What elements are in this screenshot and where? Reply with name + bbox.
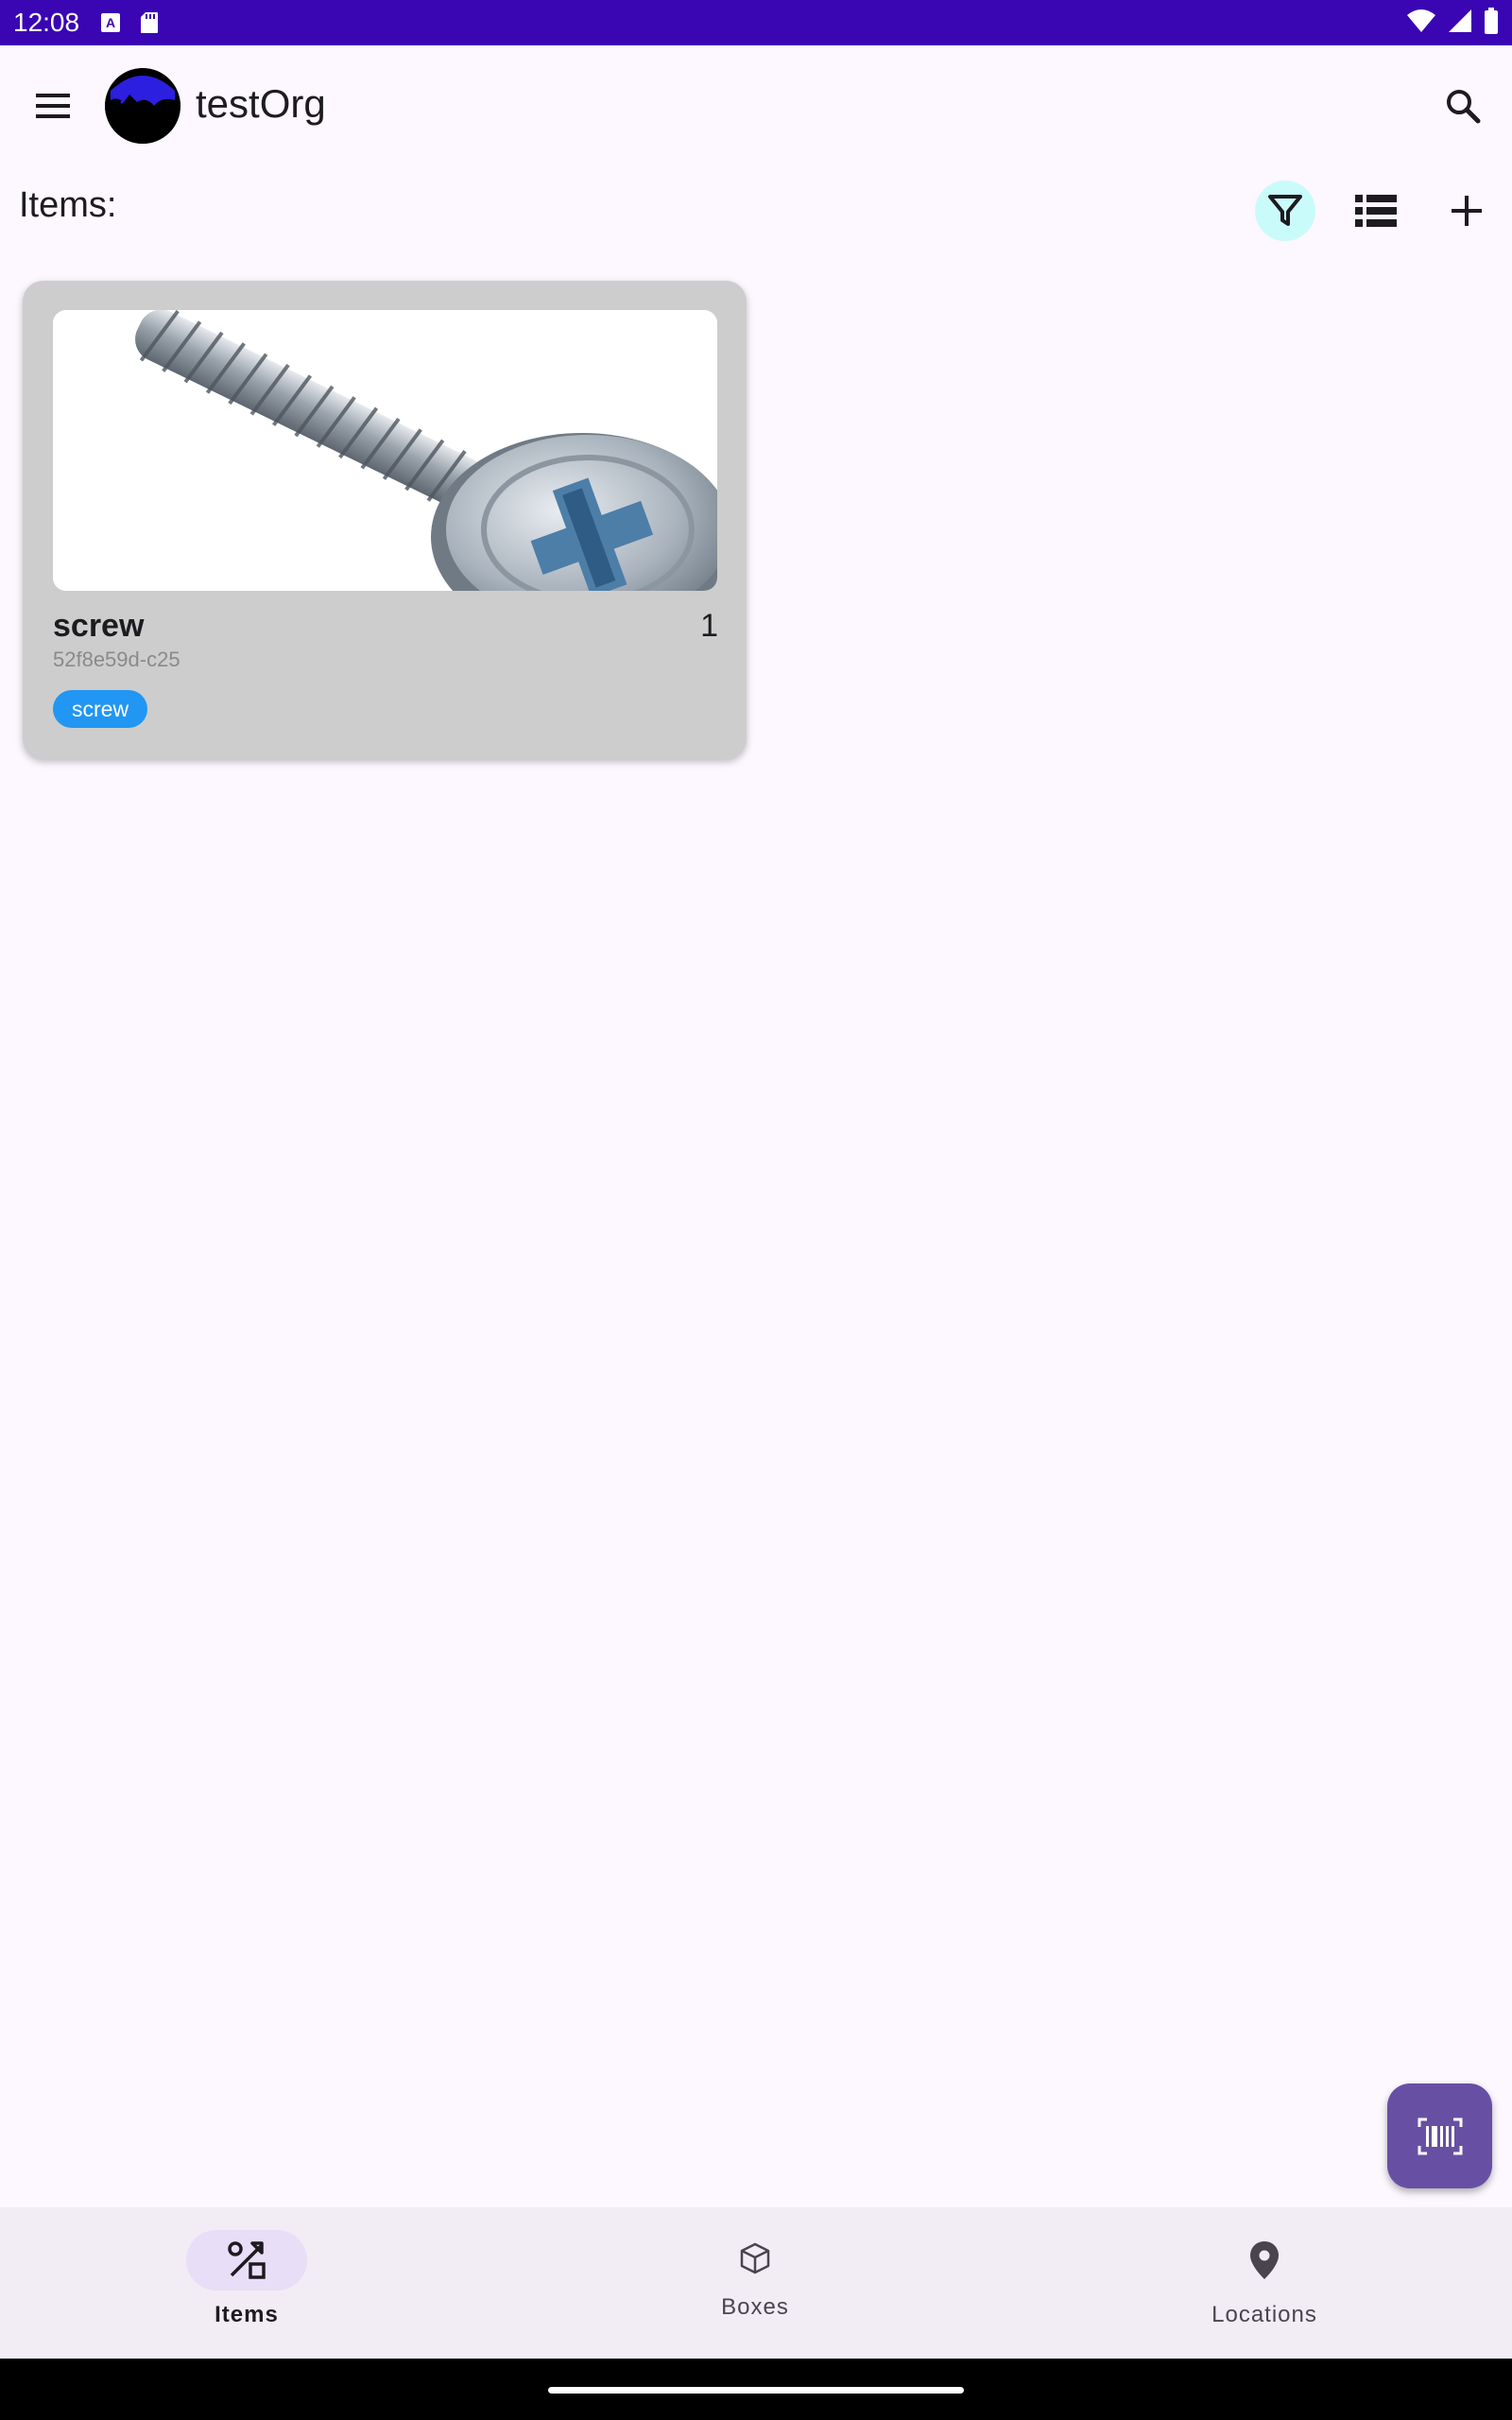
nav-item-items[interactable]: Items [105, 2207, 388, 2359]
system-nav-bar [0, 2359, 1512, 2420]
add-icon[interactable] [1436, 181, 1497, 241]
item-name: screw [53, 608, 145, 644]
status-time: 12:08 [13, 8, 80, 37]
org-avatar[interactable] [105, 68, 180, 144]
nav-label-items: Items [215, 2302, 279, 2327]
item-id: 52f8e59d-c25 [53, 648, 180, 671]
item-card[interactable]: screw 1 52f8e59d-c25 screw [23, 281, 747, 759]
org-name[interactable]: testOrg [196, 81, 326, 127]
search-icon[interactable] [1433, 76, 1493, 136]
wifi-icon [1406, 9, 1436, 38]
filter-icon[interactable] [1255, 181, 1315, 241]
item-count: 1 [700, 608, 718, 644]
nav-label-boxes: Boxes [721, 2294, 789, 2320]
app-bar: testOrg [0, 45, 1512, 166]
item-image [53, 310, 717, 591]
nav-item-locations[interactable]: Locations [1123, 2207, 1406, 2359]
items-shapes-icon [186, 2230, 307, 2290]
home-indicator[interactable] [548, 2387, 964, 2394]
hamburger-menu-icon[interactable] [23, 76, 83, 136]
svg-text:A: A [106, 15, 115, 30]
list-view-icon[interactable] [1346, 181, 1406, 241]
battery-icon [1484, 7, 1499, 39]
nav-item-boxes[interactable]: Boxes [613, 2207, 897, 2359]
items-heading: Items: [19, 185, 117, 225]
barcode-scan-icon[interactable] [1387, 2083, 1492, 2188]
cellular-signal-icon [1448, 9, 1472, 38]
bottom-nav: Items Boxes Locations [0, 2207, 1512, 2359]
status-bar: 12:08 A [0, 0, 1512, 45]
item-tag[interactable]: screw [53, 690, 148, 728]
location-pin-icon [1246, 2239, 1283, 2281]
nav-label-locations: Locations [1211, 2302, 1317, 2327]
box-icon [736, 2239, 774, 2277]
sd-card-icon [140, 11, 159, 34]
keyboard-a-icon: A [100, 12, 121, 33]
